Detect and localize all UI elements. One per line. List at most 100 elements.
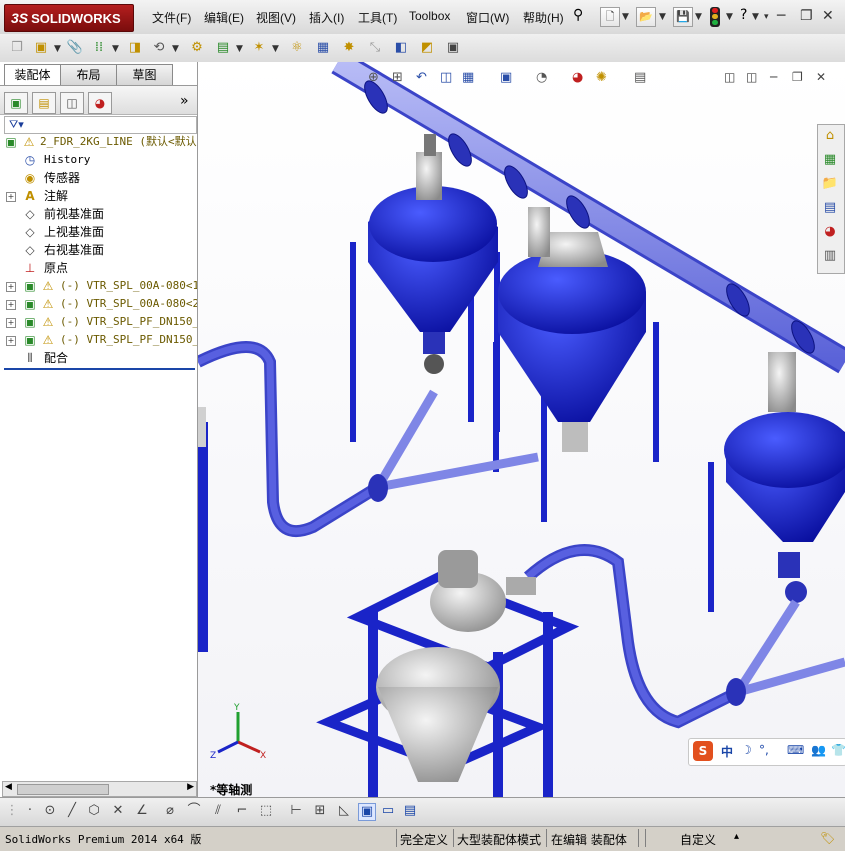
view-palette-icon[interactable]: ▤: [820, 198, 840, 218]
minimize-button[interactable]: ─: [777, 8, 785, 24]
apply-scene-icon[interactable]: ✺: [596, 70, 607, 85]
mate-icon[interactable]: 📎: [66, 39, 84, 57]
chevron-down-icon[interactable]: ▼: [695, 12, 702, 22]
rectangle-icon[interactable]: ⬚: [258, 803, 274, 819]
help-icon[interactable]: ?: [740, 7, 747, 23]
chevron-down-icon[interactable]: ▼: [622, 12, 629, 22]
tree-filter[interactable]: ⛛▾: [4, 116, 197, 134]
chevron-down-icon[interactable]: ▼: [752, 12, 759, 22]
doc-close-button[interactable]: ✕: [816, 70, 826, 84]
section-view-icon[interactable]: ◫: [440, 70, 452, 85]
previous-view-icon[interactable]: ↶: [416, 70, 427, 85]
menu-help[interactable]: 帮助(H): [523, 9, 564, 26]
tree-item-origin[interactable]: ⊥ 原点: [0, 259, 197, 277]
tree-item-component[interactable]: + ▣ ⚠ (-) VTR_SPL_PF_DN150_L0: [0, 331, 197, 349]
units-arrow-icon[interactable]: ▴: [734, 831, 739, 842]
menu-toolbox[interactable]: Toolbox: [409, 9, 450, 23]
display-manager-icon[interactable]: ◕: [88, 92, 112, 114]
corner-icon[interactable]: ⌐: [234, 803, 250, 819]
expand-icon[interactable]: +: [6, 192, 16, 202]
tree-item-sensors[interactable]: ◉ 传感器: [0, 169, 197, 187]
linear-pattern-icon[interactable]: ⁞⁞: [90, 39, 108, 57]
tree-item-front-plane[interactable]: ◇ 前视基准面: [0, 205, 197, 223]
status-mode[interactable]: 大型装配体模式: [457, 831, 541, 848]
bill-of-materials-icon[interactable]: ▦: [314, 39, 332, 57]
chevron-down-icon[interactable]: ▼: [236, 44, 243, 54]
insert-component-icon[interactable]: ▣: [32, 39, 50, 57]
chevron-down-icon[interactable]: ▼: [172, 44, 179, 54]
rebuild-traffic-light-icon[interactable]: [710, 7, 720, 27]
assembly-features-icon[interactable]: ▤: [214, 39, 232, 57]
clearance-verification-icon[interactable]: ◩: [418, 39, 436, 57]
restore-button[interactable]: ❐: [800, 8, 813, 24]
slot-icon[interactable]: ⫽: [210, 803, 226, 819]
horizontal-scrollbar[interactable]: ◀ ▶: [2, 781, 197, 797]
pin-icon[interactable]: ⚲: [573, 7, 583, 23]
doc-restore-button[interactable]: ❐: [792, 70, 803, 84]
3d-sketch-icon[interactable]: ▣: [358, 803, 376, 821]
exploded-view-icon[interactable]: ✸: [340, 39, 358, 57]
property-manager-icon[interactable]: ▤: [32, 92, 56, 114]
expand-icon[interactable]: +: [6, 282, 16, 292]
chevron-down-icon[interactable]: ▾: [764, 12, 769, 22]
chevron-down-icon[interactable]: ▼: [272, 44, 279, 54]
scroll-right-icon[interactable]: ▶: [187, 782, 194, 792]
table-icon[interactable]: ▤: [402, 803, 418, 819]
scroll-thumb[interactable]: [17, 784, 109, 795]
chevron-down-icon[interactable]: ▼: [726, 12, 733, 22]
explode-line-sketch-icon[interactable]: ⤡: [366, 39, 384, 57]
reference-geometry-icon[interactable]: ✶: [250, 39, 268, 57]
edit-component-icon[interactable]: ❒: [8, 39, 26, 57]
moon-icon[interactable]: ☽: [741, 743, 752, 757]
interference-detection-icon[interactable]: ◧: [392, 39, 410, 57]
menu-tools[interactable]: 工具(T): [358, 9, 397, 26]
tab-layout[interactable]: 布局: [60, 64, 117, 85]
line-icon[interactable]: ╱: [64, 803, 80, 819]
keyboard-icon[interactable]: ⌨: [787, 743, 804, 757]
rollback-bar[interactable]: [4, 368, 195, 370]
feature-manager-icon[interactable]: ▣: [4, 92, 28, 114]
scroll-left-icon[interactable]: ◀: [5, 782, 12, 792]
appearances-icon[interactable]: ◕: [820, 222, 840, 242]
arc-icon[interactable]: ⌒: [186, 803, 202, 819]
solidworks-logo[interactable]: 3S SOLIDWORKS: [4, 4, 134, 32]
dimension-icon[interactable]: ⊢: [288, 803, 304, 819]
hide-show-items-icon[interactable]: ◔: [536, 70, 547, 85]
tab-assembly[interactable]: 装配体: [4, 64, 61, 85]
edit-appearance-icon[interactable]: ◕: [572, 70, 583, 85]
expand-icon[interactable]: +: [6, 300, 16, 310]
chevron-down-icon[interactable]: ▼: [54, 44, 61, 54]
menu-view[interactable]: 视图(V): [256, 9, 296, 26]
menu-insert[interactable]: 插入(I): [309, 9, 344, 26]
point-icon[interactable]: ·: [22, 803, 38, 819]
angle-icon[interactable]: ∠: [134, 803, 150, 819]
layout-icon[interactable]: ▭: [380, 803, 396, 819]
viewport-split-icon[interactable]: ◫: [746, 70, 757, 84]
save-icon[interactable]: 💾: [673, 7, 693, 27]
new-document-icon[interactable]: 🗋: [600, 7, 620, 27]
tag-icon[interactable]: 🏷: [820, 831, 835, 845]
tree-root[interactable]: ▣ ⚠ 2_FDR_2KG_LINE (默认<默认: [0, 133, 197, 151]
file-explorer-icon[interactable]: 📁: [820, 174, 840, 194]
menu-edit[interactable]: 编辑(E): [204, 9, 244, 26]
doc-minimize-button[interactable]: ─: [770, 70, 777, 84]
tree-item-right-plane[interactable]: ◇ 右视基准面: [0, 241, 197, 259]
custom-properties-icon[interactable]: ▥: [820, 246, 840, 266]
display-style-icon[interactable]: ▣: [500, 70, 512, 85]
move-component-icon[interactable]: ⟲: [150, 39, 168, 57]
tree-item-mates[interactable]: ⫴ 配合: [0, 349, 197, 367]
smart-fasteners-icon[interactable]: ◨: [126, 39, 144, 57]
tree-item-history[interactable]: ◷ History: [0, 151, 197, 169]
view-settings-icon[interactable]: ▤: [634, 70, 646, 85]
open-icon[interactable]: 📂: [636, 7, 656, 27]
close-button[interactable]: ✕: [822, 8, 834, 24]
tree-item-component[interactable]: + ▣ ⚠ (-) VTR_SPL_PF_DN150_L0: [0, 313, 197, 331]
expand-icon[interactable]: +: [6, 318, 16, 328]
ime-toolbar[interactable]: S 中 ☽ °, ⌨ 👥 👕: [688, 738, 845, 766]
punctuation-icon[interactable]: °,: [759, 743, 769, 757]
expand-icon[interactable]: +: [6, 336, 16, 346]
chevron-down-icon[interactable]: ▼: [112, 44, 119, 54]
tree-item-top-plane[interactable]: ◇ 上视基准面: [0, 223, 197, 241]
menu-window[interactable]: 窗口(W): [466, 9, 509, 26]
tab-sketch[interactable]: 草图: [116, 64, 173, 85]
